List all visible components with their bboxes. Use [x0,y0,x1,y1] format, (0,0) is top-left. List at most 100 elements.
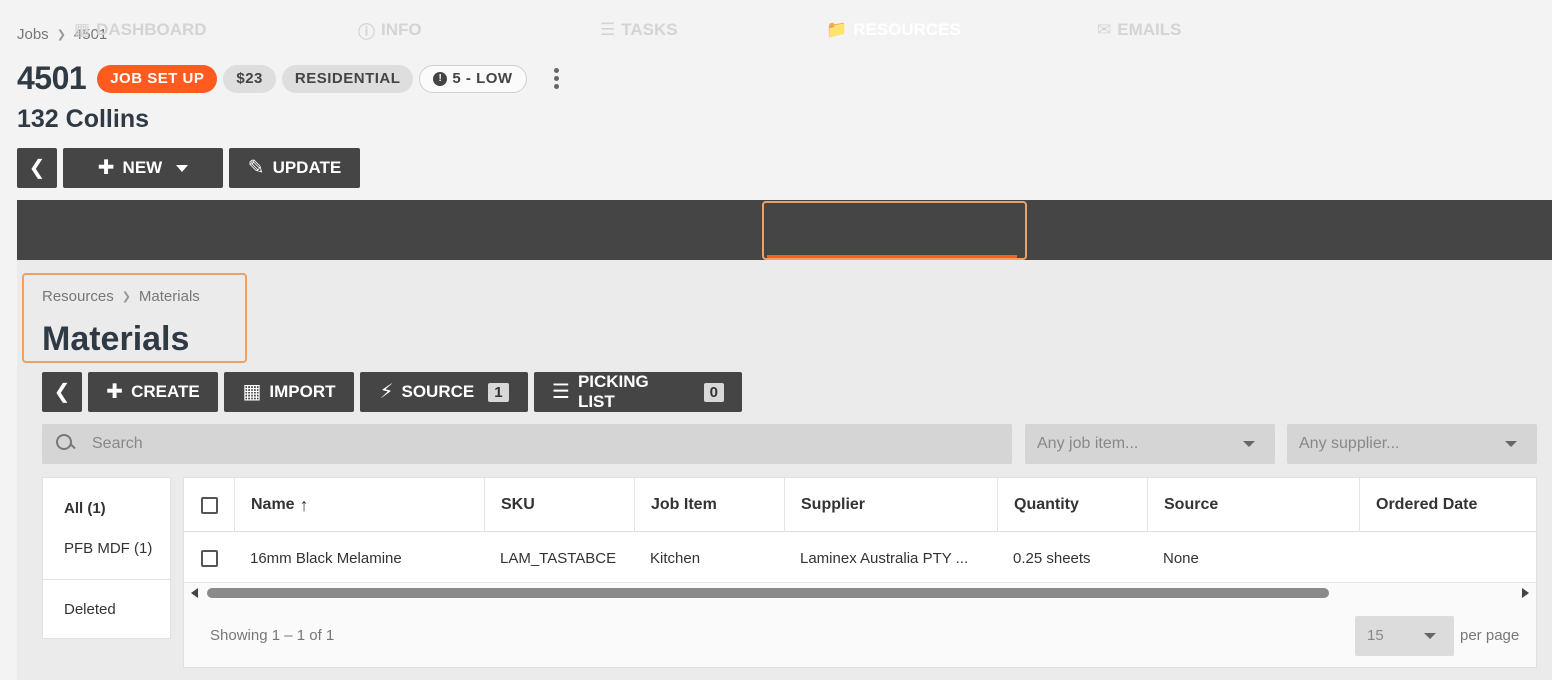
col-ordered-date[interactable]: Ordered Date [1359,478,1536,532]
col-supplier[interactable]: Supplier [784,478,997,532]
folder-icon: 📁 [826,20,848,39]
create-button[interactable]: ✚ CREATE [88,372,218,412]
new-button[interactable]: ✚ NEW [63,148,223,188]
tab-tasks-label: TASKS [621,20,678,39]
tab-emails-label: EMAILS [1117,20,1182,39]
col-job-item-label: Job Item [651,496,717,513]
import-button[interactable]: ▦ IMPORT [224,372,354,412]
search-input[interactable]: Search [42,424,1012,464]
cell-quantity: 0.25 sheets [1013,549,1091,567]
create-button-label: CREATE [131,382,200,401]
tab-info[interactable]: ⓘ INFO [358,0,422,60]
envelope-icon: ✉ [1097,20,1112,39]
search-icon [56,434,76,454]
job-number: 4501 [17,60,87,96]
more-options-icon[interactable] [547,65,567,93]
table-row[interactable]: 16mm Black Melamine LAM_TASTABCE Kitchen… [184,533,1536,583]
horizontal-scrollbar[interactable] [184,584,1536,602]
col-sku[interactable]: SKU [484,478,634,532]
info-icon: ⓘ [358,22,375,42]
table-icon: ▦ [242,381,262,403]
tab-info-label: INFO [381,20,422,39]
caret-down-icon [1243,441,1255,447]
breadcrumb-jobs-link[interactable]: Jobs [17,26,49,43]
cell-ordered-date [1359,533,1375,583]
grid-icon: ▦ [74,20,91,39]
back-button[interactable]: ❮ [17,148,57,188]
new-button-label: NEW [122,158,163,177]
select-all-cell [184,478,234,532]
tab-resources-label: RESOURCES [853,20,961,39]
scroll-left-icon[interactable] [191,588,198,598]
search-placeholder: Search [92,435,143,452]
caret-down-icon [176,164,189,172]
col-name[interactable]: Name ↑ [234,478,484,532]
update-button-label: UPDATE [272,158,342,177]
col-sku-label: SKU [501,496,535,513]
priority-badge: ! 5 - LOW [419,64,527,93]
per-page-select[interactable]: 15 [1355,616,1454,656]
sort-ascending-icon: ↑ [299,494,309,515]
status-badge: JOB SET UP [97,64,218,93]
tab-emails[interactable]: ✉ EMAILS [1097,0,1181,60]
chevron-left-icon: ❮ [53,381,71,403]
update-button[interactable]: ✎ UPDATE [229,148,360,188]
per-page-label: per page [1460,627,1520,644]
type-badge: RESIDENTIAL [281,64,414,93]
checklist-icon: ☰ [600,20,616,39]
tab-resources[interactable]: 📁 RESOURCES [826,0,961,60]
chevron-right-icon: ❯ [56,29,66,41]
tab-dashboard-label: DASHBOARD [96,20,207,39]
cell-name[interactable]: 16mm Black Melamine [234,533,402,583]
supplier-select[interactable]: Any supplier... [1287,424,1537,464]
scrollbar-thumb[interactable] [207,588,1329,598]
cell-sku: LAM_TASTABCE [500,549,617,567]
row-checkbox[interactable] [201,549,218,567]
cell-job-item: Kitchen [650,549,701,567]
pencil-icon: ✎ [247,157,265,179]
table-header: Name ↑ SKU Job Item Supplier Quantity So… [184,478,1536,532]
cell-source: None [1163,549,1199,567]
scroll-right-icon[interactable] [1522,588,1529,598]
picking-list-button[interactable]: ☰ PICKING LIST 0 [534,372,742,412]
source-button[interactable]: ⚡ SOURCE 1 [360,372,528,412]
job-toolbar: ❮ ✚ NEW ✎ UPDATE [17,148,360,188]
col-supplier-label: Supplier [801,496,866,513]
col-quantity[interactable]: Quantity [997,478,1147,532]
title-highlight-box [22,273,247,363]
col-source-label: Source [1164,496,1219,513]
select-all-checkbox[interactable] [201,496,218,514]
plus-icon: ✚ [97,157,115,179]
filter-pfb-mdf[interactable]: PFB MDF (1) [64,540,152,557]
col-quantity-label: Quantity [1014,496,1079,513]
plus-icon: ✚ [106,381,124,403]
pagination-summary: Showing 1 – 1 of 1 [210,627,335,644]
materials-back-button[interactable]: ❮ [42,372,82,412]
tab-tasks[interactable]: ☰ TASKS [600,0,678,60]
supplier-select-value: Any supplier... [1299,435,1400,452]
row-select-cell [184,533,218,583]
filter-deleted[interactable]: Deleted [64,601,116,618]
amount-badge: $23 [223,64,276,93]
col-job-item[interactable]: Job Item [634,478,784,532]
job-address: 132 Collins [17,105,149,133]
exclamation-icon: ! [433,71,448,86]
picking-list-button-label: PICKING LIST [577,372,649,411]
tab-highlight-box [762,201,1027,260]
filter-all[interactable]: All (1) [64,500,106,517]
materials-table: Name ↑ SKU Job Item Supplier Quantity So… [183,477,1537,668]
col-source[interactable]: Source [1147,478,1359,532]
filter-list: All (1) PFB MDF (1) Deleted [42,477,171,639]
tab-dashboard[interactable]: ▦ DASHBOARD [74,0,207,60]
import-button-label: IMPORT [269,382,336,401]
col-ordered-date-label: Ordered Date [1376,496,1478,513]
chevron-left-icon: ❮ [28,157,46,179]
filter-divider [43,579,170,580]
job-item-select[interactable]: Any job item... [1025,424,1275,464]
cell-supplier: Laminex Australia PTY ... [800,549,969,567]
caret-down-icon [1424,633,1436,639]
priority-label: 5 - LOW [452,70,513,87]
bolt-icon: ⚡ [379,381,394,403]
picking-count-badge: 0 [703,382,724,402]
materials-toolbar: ❮ ✚ CREATE ▦ IMPORT ⚡ SOURCE 1 ☰ PICKING… [42,372,742,412]
